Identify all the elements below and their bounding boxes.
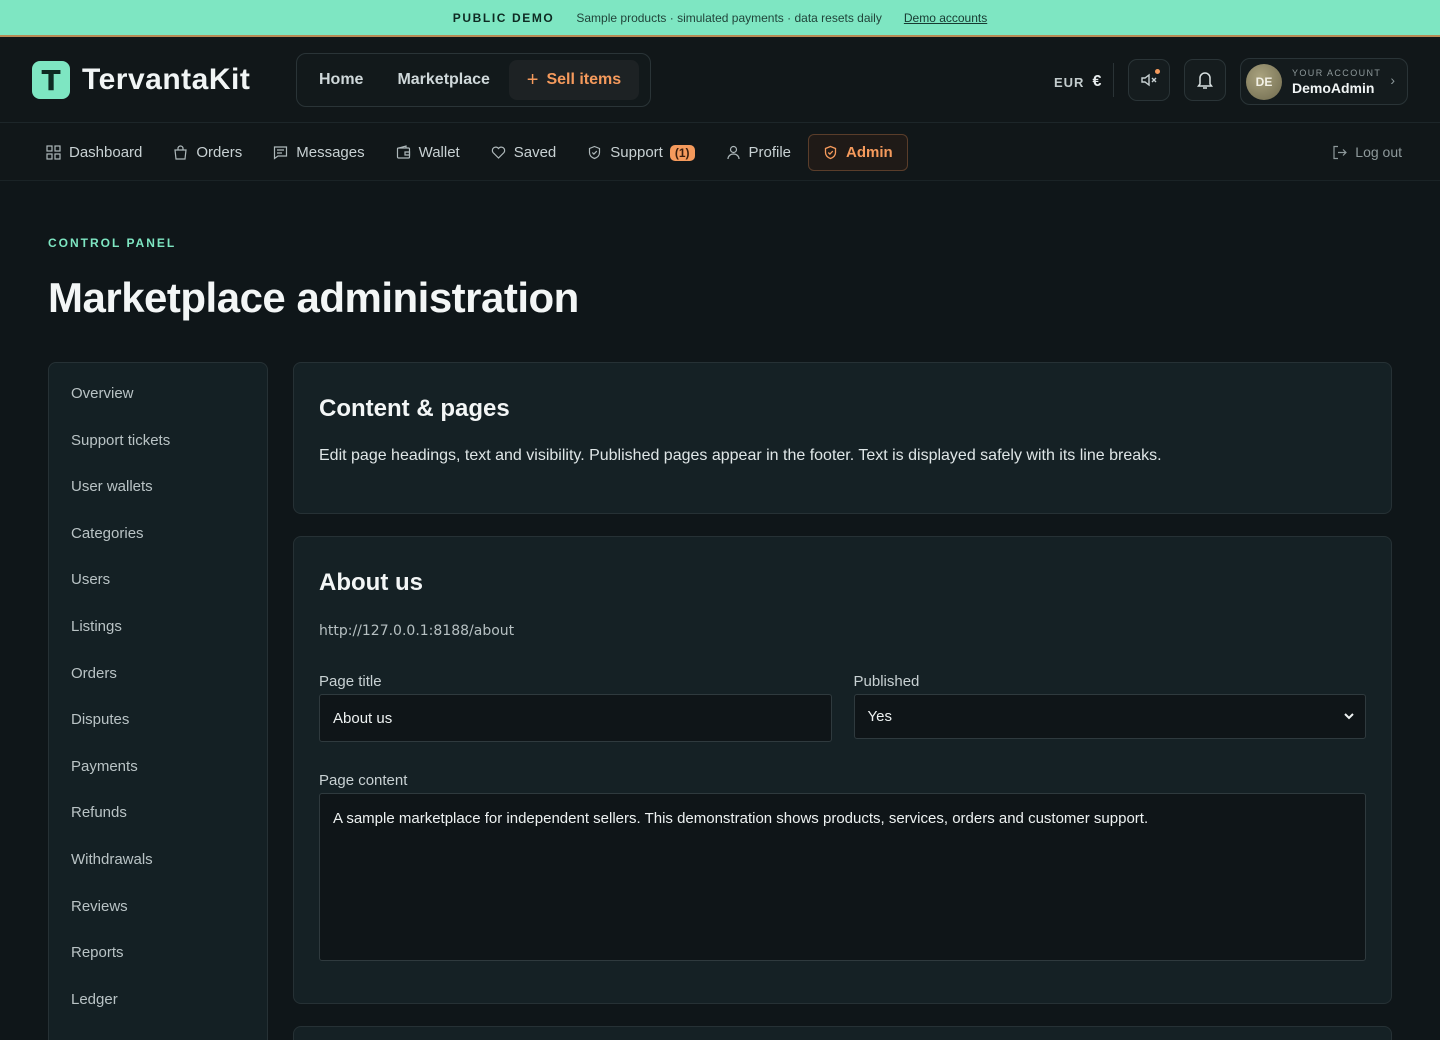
chevron-down-icon (1344, 713, 1354, 720)
page-title: Marketplace administration (48, 274, 579, 321)
page-content-textarea[interactable]: A sample marketplace for independent sel… (319, 793, 1366, 961)
logout-link[interactable]: Log out (1332, 144, 1402, 160)
sidebar-item-user-wallets[interactable]: User wallets (49, 478, 267, 525)
logout-label: Log out (1355, 144, 1402, 160)
admin-sidebar: Overview Support tickets User wallets Ca… (48, 362, 268, 1040)
shield-check-icon (824, 145, 837, 160)
published-label: Published (853, 673, 920, 690)
plus-icon: + (526, 68, 539, 91)
sound-toggle-button[interactable] (1128, 59, 1170, 101)
subnav-admin-label: Admin (846, 144, 893, 161)
subnav-admin[interactable]: Admin (808, 134, 908, 171)
account-subnav: Dashboard Orders Messages Wallet Saved S… (0, 123, 1440, 181)
bell-icon (1197, 72, 1213, 89)
bag-icon (174, 145, 188, 160)
sidebar-item-disputes[interactable]: Disputes (49, 711, 267, 758)
demo-banner: PUBLIC DEMO Sample products · simulated … (0, 0, 1440, 37)
support-count-badge: (1) (669, 144, 695, 161)
notification-dot (1155, 69, 1160, 74)
account-menu[interactable]: DE YOUR ACCOUNT DemoAdmin › (1240, 58, 1408, 105)
nav-home[interactable]: Home (302, 71, 380, 89)
sidebar-item-withdrawals[interactable]: Withdrawals (49, 851, 267, 898)
currency-symbol: € (1092, 73, 1103, 90)
account-name: DemoAdmin (1292, 79, 1375, 96)
content-pages-title: Content & pages (319, 395, 510, 422)
currency-code: EUR (1054, 74, 1085, 90)
subnav-messages[interactable]: Messages (259, 134, 378, 171)
sidebar-item-orders[interactable]: Orders (49, 665, 267, 712)
subnav-profile-label: Profile (748, 144, 792, 161)
currency-selector[interactable]: EUR € (1054, 73, 1102, 91)
sidebar-item-ledger[interactable]: Ledger (49, 991, 267, 1038)
sell-items-button[interactable]: + Sell items (508, 60, 639, 100)
sidebar-item-listings[interactable]: Listings (49, 618, 267, 665)
wallet-icon (396, 145, 410, 159)
page-content-label: Page content (319, 772, 408, 789)
heart-icon (491, 146, 505, 159)
logout-icon (1333, 145, 1348, 159)
subnav-saved-label: Saved (513, 144, 557, 161)
nav-marketplace[interactable]: Marketplace (380, 71, 507, 89)
logo[interactable]: T TervantaKit (32, 61, 250, 99)
demo-text: Sample products · simulated payments · d… (576, 10, 882, 25)
about-page-url[interactable]: http://127.0.0.1:8188/about (319, 623, 1366, 639)
avatar: DE (1246, 63, 1282, 100)
sidebar-item-refunds[interactable]: Refunds (49, 804, 267, 851)
sidebar-item-categories[interactable]: Categories (49, 525, 267, 572)
sidebar-item-payments[interactable]: Payments (49, 758, 267, 805)
subnav-saved[interactable]: Saved (477, 134, 571, 171)
content-pages-description: Edit page headings, text and visibility.… (319, 447, 1162, 464)
content-pages-card: Content & pages Edit page headings, text… (293, 362, 1392, 514)
logo-mark: T (32, 61, 70, 99)
notifications-button[interactable] (1184, 59, 1226, 101)
next-page-card (293, 1026, 1392, 1040)
sidebar-item-users[interactable]: Users (49, 571, 267, 618)
main-nav: Home Marketplace + Sell items (296, 53, 651, 107)
subnav-wallet[interactable]: Wallet (382, 134, 474, 171)
sidebar-item-reviews[interactable]: Reviews (49, 898, 267, 945)
sidebar-item-support-tickets[interactable]: Support tickets (49, 432, 267, 479)
page-title-input[interactable] (319, 694, 832, 742)
demo-tag: PUBLIC DEMO (452, 10, 555, 25)
message-icon (274, 146, 288, 160)
header-divider (1113, 63, 1114, 97)
chevron-right-icon: › (1390, 72, 1395, 88)
demo-accounts-link[interactable]: Demo accounts (904, 11, 987, 25)
subnav-dashboard-label: Dashboard (69, 144, 143, 161)
subnav-support[interactable]: Support (1) (573, 134, 708, 171)
subnav-dashboard[interactable]: Dashboard (32, 134, 156, 171)
subnav-wallet-label: Wallet (418, 144, 460, 161)
subnav-orders-label: Orders (196, 144, 243, 161)
subnav-support-label: Support (610, 144, 663, 161)
header: T TervantaKit Home Marketplace + Sell it… (0, 37, 1440, 123)
grid-icon (46, 145, 61, 160)
account-label: YOUR ACCOUNT (1292, 67, 1382, 78)
subnav-messages-label: Messages (296, 144, 365, 161)
about-page-card: About us http://127.0.0.1:8188/about Pag… (293, 536, 1392, 1004)
page-title-label: Page title (319, 673, 382, 690)
about-page-title: About us (319, 569, 423, 596)
page-eyebrow: CONTROL PANEL (48, 236, 177, 250)
published-select[interactable]: Yes (853, 694, 1366, 739)
user-icon (726, 145, 740, 160)
sidebar-item-reports[interactable]: Reports (49, 944, 267, 991)
subnav-orders[interactable]: Orders (159, 134, 256, 171)
shield-icon (589, 145, 601, 160)
brand-name: TervantaKit (82, 63, 251, 96)
sidebar-item-overview[interactable]: Overview (49, 385, 267, 432)
published-value: Yes (867, 708, 892, 725)
subnav-profile[interactable]: Profile (712, 134, 806, 171)
sell-items-label: Sell items (546, 71, 622, 88)
